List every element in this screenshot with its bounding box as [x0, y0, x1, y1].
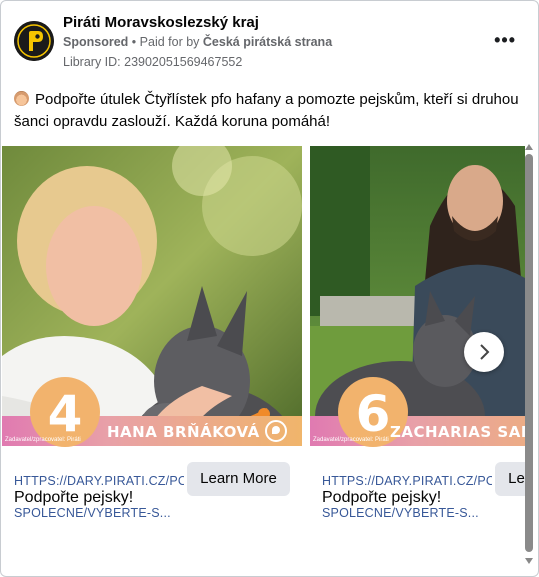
more-options-icon[interactable]: •••	[494, 31, 516, 49]
candidate-name: HANA BRŇÁKOVÁ	[107, 423, 260, 441]
post-text-container: Podpořte útulek Čtyřlístek pfo hafany a …	[14, 89, 529, 133]
dog-face-icon	[14, 91, 29, 106]
imprint-note: Zadavatel/zpracovatel: Piráti	[313, 437, 389, 443]
carousel-next-button[interactable]	[464, 332, 504, 372]
slide-title[interactable]: Podpořte pejsky!	[14, 489, 133, 507]
slide-link-line2: SPOLECNE/VYBERTE-S...	[14, 506, 171, 520]
slide-link-line2: SPOLECNE/VYBERTE-S...	[322, 506, 479, 520]
learn-more-button[interactable]: Learn More	[495, 462, 525, 496]
scroll-up-arrow-icon[interactable]	[525, 144, 533, 150]
post-text: Podpořte útulek Čtyřlístek pfo hafany a …	[14, 91, 519, 130]
page-name[interactable]: Piráti Moravskoslezský kraj	[63, 14, 259, 31]
scrollbar-thumb[interactable]	[525, 154, 533, 552]
candidate-number: 4	[47, 385, 83, 443]
slide-link-line1: HTTPS://DARY.PIRATI.CZ/POM/	[14, 474, 184, 488]
scroll-down-arrow-icon[interactable]	[525, 558, 533, 564]
pirate-party-logo	[14, 21, 54, 61]
payer-name[interactable]: Česká pirátská strana	[203, 35, 332, 49]
imprint-note: Zadavatel/zpracovatel: Piráti	[5, 437, 81, 443]
pirate-logo-icon	[265, 420, 287, 442]
sponsored-row: Sponsored • Paid for by Česká pirátská s…	[63, 35, 332, 49]
ad-card: Piráti Moravskoslezský kraj Sponsored • …	[0, 0, 539, 577]
ad-carousel: 4 HANA BRŇÁKOVÁ Zadavatel/zpracovatel: P…	[1, 146, 525, 561]
page-avatar[interactable]	[14, 21, 54, 61]
library-id: Library ID: 23902051569467552	[63, 55, 243, 69]
meta-separator: •	[131, 35, 137, 49]
candidate-name: ZACHARIAS SAMUEL FISC	[390, 423, 525, 441]
sponsored-label: Sponsored	[63, 35, 129, 49]
paid-for-label: Paid for by	[139, 35, 200, 49]
slide-link-line1: HTTPS://DARY.PIRATI.CZ/POM/	[322, 474, 492, 488]
ad-header: Piráti Moravskoslezský kraj Sponsored • …	[1, 1, 538, 81]
vertical-scrollbar[interactable]	[524, 144, 534, 564]
chevron-right-icon	[480, 344, 490, 360]
carousel-card[interactable]: 4 HANA BRŇÁKOVÁ Zadavatel/zpracovatel: P…	[2, 146, 302, 561]
slide-title[interactable]: Podpořte pejsky!	[322, 489, 441, 507]
learn-more-button[interactable]: Learn More	[187, 462, 290, 496]
